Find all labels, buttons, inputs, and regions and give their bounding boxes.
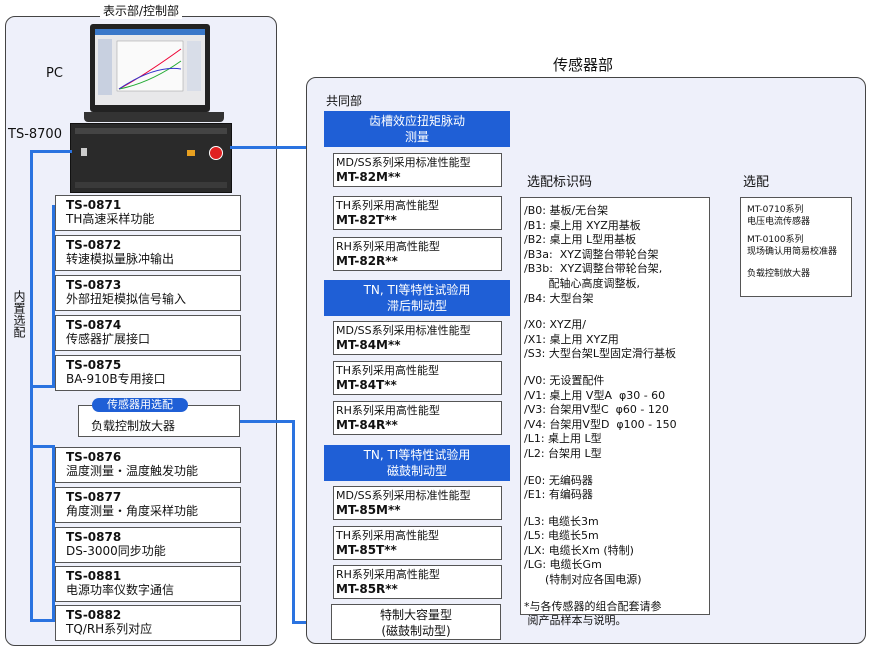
option-code-line bbox=[524, 588, 709, 600]
option-code-line: /X1: 桌上用 XYZ用 bbox=[524, 332, 619, 346]
option-code-line: /X0: XYZ用/ bbox=[524, 318, 586, 332]
module-box-ts0876: TS-0876 温度测量・温度触发功能 bbox=[55, 447, 241, 483]
module-box-ts0882: TS-0882 TQ/RH系列对应 bbox=[55, 605, 241, 641]
option-code-line: /B2: 桌上用 L型用基板 bbox=[524, 233, 637, 247]
options-code-title: 选配标识码 bbox=[527, 175, 593, 190]
load-control-amp-label: 负载控制放大器 bbox=[91, 419, 176, 433]
select-item: MT-0710系列 电压电流传感器 bbox=[747, 205, 811, 227]
ts8700-device-image bbox=[70, 123, 232, 193]
sensor-box-mt82m: MD/SS系列采用标准性能型 MT-82M** bbox=[333, 153, 502, 187]
group-header-line: 磁鼓制动型 bbox=[386, 464, 447, 478]
module-box-ts0871: TS-0871 TH高速采样功能 bbox=[55, 195, 241, 231]
group-header: TN, TI等特性试验用 磁鼓制动型 bbox=[324, 445, 510, 481]
module-box-ts0872: TS-0872 转速模拟量脉冲输出 bbox=[55, 235, 241, 271]
option-code-line: /E0: 无编码器 bbox=[524, 473, 593, 487]
group-header-line: TN, TI等特性试验用 bbox=[363, 448, 471, 462]
control-panel-title: 表示部/控制部 bbox=[100, 2, 183, 19]
option-code-line: /V4: 台架用V型D φ100 - 150 bbox=[524, 417, 677, 431]
module-box-ts0878: TS-0878 DS-3000同步功能 bbox=[55, 527, 241, 563]
option-code-line: /B1: 桌上用 XYZ用基板 bbox=[524, 218, 641, 232]
connector-line bbox=[30, 150, 72, 153]
sensor-box-mt84r: RH系列采用高性能型 MT-84R** bbox=[333, 401, 502, 435]
sensor-option-badge: 传感器用选配 bbox=[92, 398, 188, 412]
module-box-ts0881: TS-0881 电源功率仪数字通信 bbox=[55, 566, 241, 602]
option-code-line: /L1: 桌上用 L型 bbox=[524, 432, 602, 446]
option-code-line: /B3a: XYZ调整台带轮台架 bbox=[524, 247, 659, 261]
option-code-line: /L3: 电缆长3m bbox=[524, 514, 599, 528]
connector-line bbox=[30, 385, 55, 388]
option-code-line: /V3: 台架用V型C φ60 - 120 bbox=[524, 403, 669, 417]
option-code-line: 配轴心高度调整板, bbox=[524, 276, 640, 290]
group-header-line: 滞后制动型 bbox=[386, 299, 447, 313]
ts8700-label: TS-8700 bbox=[8, 127, 62, 142]
option-code-line: /B0: 基板/无台架 bbox=[524, 204, 609, 217]
group-header: TN, TI等特性试验用 滞后制动型 bbox=[324, 280, 510, 316]
laptop-image bbox=[84, 24, 224, 122]
option-code-line: (特制对应各国电源) bbox=[524, 573, 642, 587]
sensor-box-mt85r: RH系列采用高性能型 MT-85R** bbox=[333, 565, 502, 599]
select-list: MT-0710系列 电压电流传感器 MT-0100系列 现场确认用简易校准器 负载控… bbox=[740, 197, 852, 297]
option-code-line: /L5: 电缆长5m bbox=[524, 529, 599, 543]
special-large-capacity-box: 特制大容量型 (磁鼓制动型) bbox=[331, 604, 501, 640]
option-code-line: /E1: 有编码器 bbox=[524, 488, 593, 502]
sensor-box-mt82t: TH系列采用高性能型 MT-82T** bbox=[333, 196, 502, 230]
sensor-box-mt85m: MD/SS系列采用标准性能型 MT-85M** bbox=[333, 486, 502, 520]
option-code-line: 阅产品样本与说明。 bbox=[524, 614, 627, 628]
option-code-line bbox=[524, 503, 709, 515]
option-code-line: /V0: 无设置配件 bbox=[524, 373, 605, 387]
sensor-panel-title: 传感器部 bbox=[553, 56, 614, 74]
sensor-box-mt82r: RH系列采用高性能型 MT-82R** bbox=[333, 237, 502, 271]
connector-line bbox=[30, 619, 55, 622]
module-box-ts0877: TS-0877 角度测量・角度采样功能 bbox=[55, 487, 241, 523]
connector-line bbox=[230, 146, 318, 149]
group-header-line: TN, TI等特性试验用 bbox=[363, 283, 471, 297]
option-code-line: /LG: 电缆长Gm bbox=[524, 558, 602, 572]
sensor-box-mt85t: TH系列采用高性能型 MT-85T** bbox=[333, 526, 502, 560]
group-header-line: 齿槽效应扭矩脉动 bbox=[368, 114, 465, 128]
builtin-options-label: 内置选配 bbox=[12, 290, 26, 338]
group-header-line: 测量 bbox=[404, 130, 429, 144]
option-code-line: /S3: 大型台架L型固定滑行基板 bbox=[524, 347, 677, 361]
options-code-list: /B0: 基板/无台架/B1: 桌上用 XYZ用基板/B2: 桌上用 L型用基板… bbox=[520, 197, 710, 627]
select-item: 负载控制放大器 bbox=[747, 269, 811, 279]
option-code-line: /V1: 桌上用 V型A φ30 - 60 bbox=[524, 388, 666, 402]
option-code-line bbox=[524, 362, 709, 374]
option-code-line bbox=[524, 306, 709, 318]
module-box-ts0874: TS-0874 传感器扩展接口 bbox=[55, 315, 241, 351]
option-code-line: *与各传感器的组合配套请参 bbox=[524, 599, 662, 613]
option-code-line: /B3b: XYZ调整台带轮台架, bbox=[524, 262, 663, 276]
pc-label: PC bbox=[46, 66, 63, 81]
group-header: 齿槽效应扭矩脉动 测量 bbox=[324, 111, 510, 147]
option-code-line: /L2: 台架用 L型 bbox=[524, 446, 602, 460]
connector-line bbox=[30, 445, 55, 448]
common-label: 共同部 bbox=[326, 94, 363, 108]
option-code-line: /LX: 电缆长Xm (特制) bbox=[524, 543, 634, 557]
special-line: 特制大容量型 bbox=[379, 608, 452, 622]
special-line: (磁鼓制动型) bbox=[381, 624, 451, 638]
module-box-ts0875: TS-0875 BA-910B专用接口 bbox=[55, 355, 241, 391]
select-item: MT-0100系列 现场确认用简易校准器 bbox=[747, 235, 838, 257]
module-box-ts0873: TS-0873 外部扭矩模拟信号输入 bbox=[55, 275, 241, 311]
option-code-line bbox=[524, 462, 709, 474]
screen-graph-icon bbox=[98, 39, 201, 95]
select-title: 选配 bbox=[743, 175, 770, 190]
sensor-box-mt84t: TH系列采用高性能型 MT-84T** bbox=[333, 361, 502, 395]
connector-line bbox=[292, 420, 295, 624]
sensor-box-mt84m: MD/SS系列采用标准性能型 MT-84M** bbox=[333, 321, 502, 355]
connector-line bbox=[240, 420, 294, 423]
option-code-line: /B4: 大型台架 bbox=[524, 291, 594, 305]
